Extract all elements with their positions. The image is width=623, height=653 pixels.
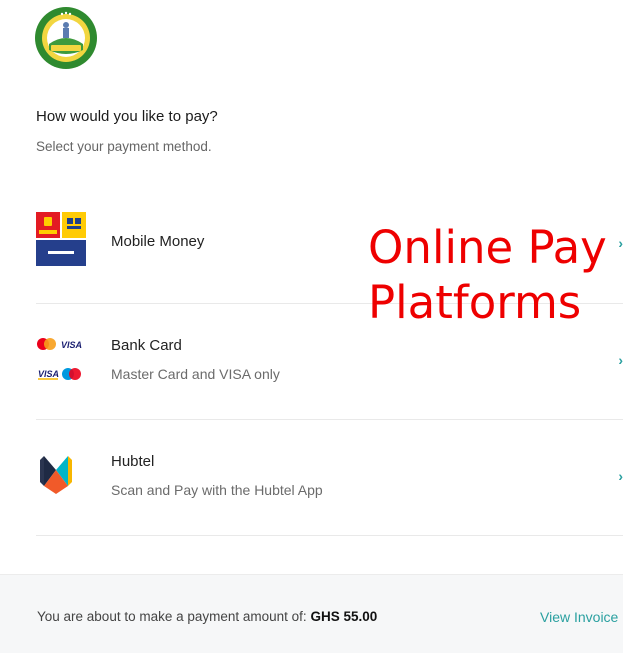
amount-prefix: You are about to make a payment amount o…	[37, 609, 307, 624]
chevron-right-icon[interactable]: ›	[618, 235, 623, 251]
payment-amount-text: You are about to make a payment amount o…	[37, 609, 377, 624]
payment-method-title: Bank Card	[111, 337, 182, 354]
payment-method-title: Hubtel	[111, 453, 155, 470]
card-logos-icon: VISA VISA	[36, 334, 88, 389]
lands-commission-logo	[34, 6, 98, 70]
chevron-right-icon[interactable]: ›	[618, 352, 623, 368]
amount-value: GHS 55.00	[310, 609, 378, 624]
overlay-line-2: Platforms	[368, 276, 582, 329]
page-subtitle: Select your payment method.	[36, 139, 212, 154]
payment-footer: You are about to make a payment amount o…	[0, 574, 623, 653]
page-title: How would you like to pay?	[36, 108, 218, 125]
mobile-money-icon	[36, 212, 86, 271]
svg-text:VISA: VISA	[61, 340, 82, 350]
view-invoice-link[interactable]: View Invoice	[540, 609, 618, 625]
payment-method-title: Mobile Money	[111, 233, 205, 250]
svg-text:VISA: VISA	[38, 369, 59, 379]
payment-method-description: Scan and Pay with the Hubtel App	[111, 482, 323, 498]
payment-method-description: Master Card and VISA only	[111, 366, 280, 382]
payment-method-hubtel[interactable]: Hubtel Scan and Pay with the Hubtel App …	[36, 420, 623, 536]
overlay-line-1: Online Pay	[368, 221, 607, 274]
overlay-annotation: Online Pay Platforms	[368, 220, 607, 330]
chevron-right-icon[interactable]: ›	[618, 468, 623, 484]
hubtel-icon	[36, 452, 76, 501]
